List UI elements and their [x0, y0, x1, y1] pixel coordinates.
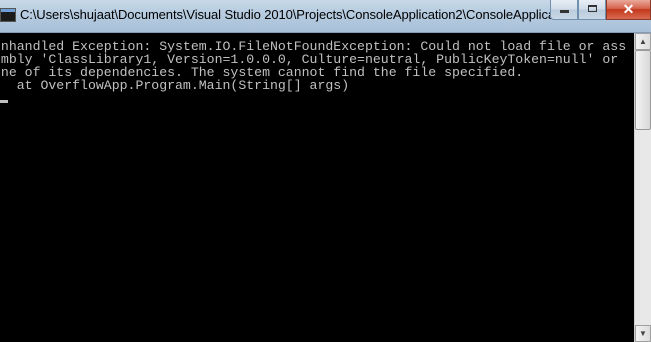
window-title: C:\Users\shujaat\Documents\Visual Studio… [20, 7, 587, 22]
scroll-thumb[interactable] [635, 50, 651, 130]
chevron-down-icon: ▼ [639, 329, 647, 338]
chevron-up-icon: ▲ [639, 37, 647, 46]
maximize-button[interactable] [578, 0, 606, 20]
minimize-button[interactable] [550, 0, 578, 20]
console-window: C:\Users\shujaat\Documents\Visual Studio… [0, 0, 651, 342]
console-line: at OverflowApp.Program.Main(String[] arg… [0, 78, 350, 93]
minimize-icon [559, 10, 569, 13]
scroll-down-button[interactable]: ▼ [635, 325, 651, 342]
vertical-scrollbar[interactable]: ▲ ▼ [634, 33, 651, 342]
close-icon: ✕ [622, 1, 635, 17]
scroll-up-button[interactable]: ▲ [635, 33, 651, 50]
maximize-icon [587, 5, 597, 12]
console-output-area[interactable]: Unhandled Exception: System.IO.FileNotFo… [0, 33, 634, 342]
console-output: Unhandled Exception: System.IO.FileNotFo… [0, 40, 626, 92]
console-app-icon[interactable] [0, 8, 16, 22]
text-cursor [0, 100, 8, 103]
title-bar[interactable]: C:\Users\shujaat\Documents\Visual Studio… [0, 0, 651, 33]
close-button[interactable]: ✕ [606, 0, 651, 20]
